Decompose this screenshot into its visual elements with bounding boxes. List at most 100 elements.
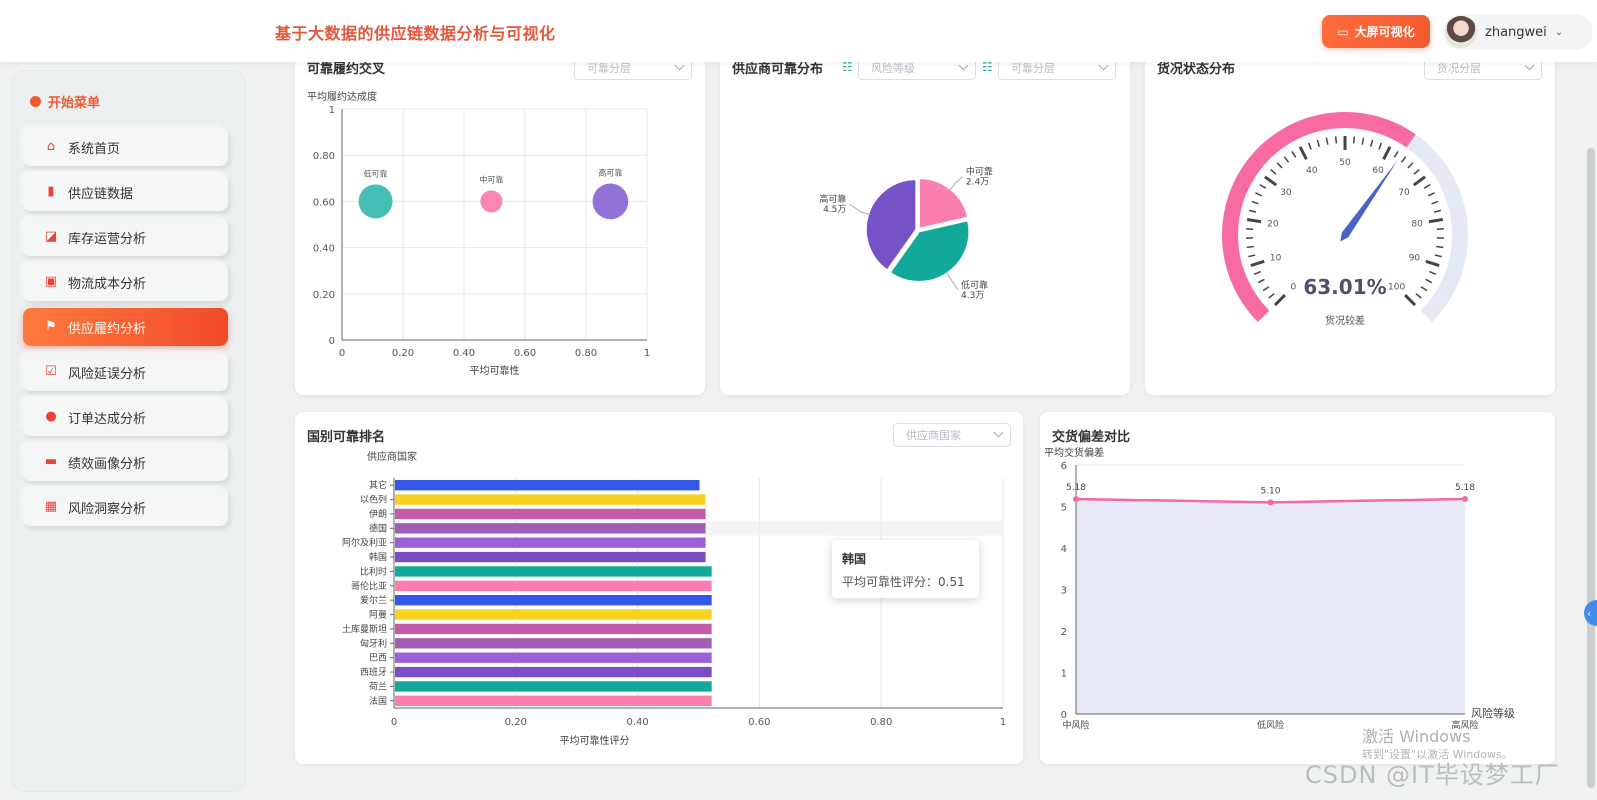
bar bbox=[395, 652, 712, 663]
sidebar-item-label: 库存运营分析 bbox=[68, 231, 147, 247]
gauge-tick bbox=[1428, 218, 1444, 224]
card-cargo-status: 货况状态分布 货况分层 0 10 20 30 40 50 60 70 80 90 100 63.01%… bbox=[1145, 50, 1555, 395]
bigscreen-button[interactable]: ▭ 大屏可视化 bbox=[1322, 15, 1430, 48]
gauge-tick bbox=[1248, 209, 1257, 213]
y-tick-label: 0 bbox=[1061, 710, 1067, 721]
gauge-tick-label: 70 bbox=[1398, 188, 1410, 198]
y-tick-label: 0.60 bbox=[313, 197, 335, 208]
pie-chart: 中可靠2.4万低可靠4.3万 高可靠4.5万 bbox=[819, 166, 993, 301]
category-label: 阿尔及利亚 bbox=[342, 537, 387, 549]
pie-label-value: 4.3万 bbox=[961, 291, 984, 301]
point-label: 低可靠 bbox=[364, 168, 388, 178]
bar bbox=[395, 508, 706, 520]
gauge-tick bbox=[1307, 142, 1312, 150]
scatter-point bbox=[480, 190, 503, 213]
gauge-status: 货况较差 bbox=[1325, 314, 1365, 327]
gauge-tick-label: 0 bbox=[1291, 283, 1297, 293]
bar bbox=[395, 681, 712, 692]
bar bbox=[395, 566, 712, 577]
gauge-pointer bbox=[1340, 159, 1398, 242]
y-tick-label: 2 bbox=[1061, 627, 1067, 638]
csdn-watermark: CSDN @IT毕设梦工厂 bbox=[1305, 761, 1560, 789]
sidebar-item-6[interactable]: ● 订单达成分析 bbox=[23, 398, 228, 436]
sidebar-item-label: 供应链数据 bbox=[68, 186, 134, 202]
x-tick-label: 中风险 bbox=[1062, 719, 1089, 731]
side-drawer-handle[interactable]: ‹ bbox=[1584, 600, 1597, 626]
gauge-tick bbox=[1393, 151, 1399, 158]
sidebar-item-7[interactable]: ▬ 绩效画像分析 bbox=[23, 443, 228, 481]
x-tick-label: 0.60 bbox=[748, 717, 770, 728]
x-axis-title: 风险等级 bbox=[1471, 706, 1515, 720]
sidebar-item-3[interactable]: ▣ 物流成本分析 bbox=[23, 263, 228, 301]
pie-label-line bbox=[948, 176, 964, 192]
category-label: 匈牙利 bbox=[360, 637, 387, 649]
pie-slice bbox=[918, 177, 969, 230]
sidebar-item-1[interactable]: ▮ 供应链数据 bbox=[23, 173, 228, 211]
gauge-tick-label: 90 bbox=[1409, 254, 1421, 264]
gauge-tick bbox=[1248, 254, 1256, 258]
category-label: 土库曼斯坦 bbox=[342, 623, 387, 635]
y-tick-label: 1 bbox=[329, 105, 335, 116]
sidebar-item-label: 绩效画像分析 bbox=[68, 456, 147, 472]
gauge-value: 63.01% bbox=[1303, 275, 1386, 299]
pie-label-line bbox=[945, 271, 959, 291]
sidebar-item-8[interactable]: ▦ 风险洞察分析 bbox=[23, 488, 228, 526]
gauge-tick bbox=[1400, 156, 1407, 163]
gauge-tick-label: 40 bbox=[1306, 166, 1318, 176]
tooltip-value: 平均可靠性评分：0.51 bbox=[842, 575, 965, 589]
home-icon: ⌂ bbox=[46, 139, 56, 154]
gauge-tick bbox=[1283, 156, 1290, 163]
gauge-tick-label: 10 bbox=[1270, 254, 1282, 264]
gauge-tick bbox=[1316, 139, 1321, 147]
x-tick-label: 0.80 bbox=[575, 348, 597, 359]
gauge-tick bbox=[1259, 183, 1267, 189]
line-point bbox=[1462, 496, 1468, 503]
gauge-tick bbox=[1255, 192, 1263, 197]
line-point bbox=[1073, 496, 1079, 503]
gauge-tick bbox=[1423, 183, 1431, 189]
y-axis-title: 平均交货偏差 bbox=[1044, 446, 1104, 459]
category-label: 爱尔兰 bbox=[360, 594, 387, 606]
sidebar-item-label: 系统首页 bbox=[68, 141, 121, 157]
y-tick-label: 0 bbox=[329, 336, 335, 347]
gauge-tick bbox=[1404, 294, 1417, 307]
line-area bbox=[1076, 499, 1465, 714]
app-title: 基于大数据的供应链数据分析与可视化 bbox=[275, 24, 556, 43]
gauge-tick-label: 80 bbox=[1411, 220, 1423, 230]
sidebar-item-5[interactable]: ☑ 风险延误分析 bbox=[23, 353, 228, 391]
gauge-tick bbox=[1253, 270, 1261, 276]
y-tick-label: 0.80 bbox=[313, 151, 335, 162]
sidebar-item-2[interactable]: ◪ 库存运营分析 bbox=[23, 218, 228, 256]
sidebar: 开始菜单 ⌂ 系统首页 ▮ 供应链数据 ◪ 库存运营分析 ▣ 物流成本分析 ⚑ 供应履约分析 ☑ 风险… bbox=[11, 70, 246, 792]
trend-chart-icon: ◪ bbox=[44, 229, 58, 244]
gauge-chart: 0 10 20 30 40 50 60 70 80 90 10063.01% 货况较差 bbox=[1222, 112, 1468, 327]
category-label: 巴西 bbox=[369, 653, 387, 664]
user-menu[interactable]: zhangwei ⌄ bbox=[1443, 14, 1593, 50]
scatter-chart: 00 0.20 0.20 0.40 0.40 0.60 0.60 0.80 0.80 1 1 平均履约… bbox=[307, 90, 650, 377]
vertical-scrollbar[interactable] bbox=[1587, 148, 1595, 788]
sidebar-item-0[interactable]: ⌂ 系统首页 bbox=[23, 128, 228, 166]
gauge-tick bbox=[1250, 259, 1265, 268]
gauge-tick bbox=[1352, 136, 1356, 144]
x-tick-label: 0.20 bbox=[505, 717, 527, 728]
pin-icon: ● bbox=[45, 409, 57, 424]
gauge-tick bbox=[1273, 294, 1286, 307]
bar bbox=[395, 595, 712, 606]
card-reliability-cross: 可靠履约交叉 可靠分层 0 0 0.20 0.20 0.40 0.40 0.60 0.60 0.… bbox=[295, 50, 705, 395]
category-label: 德国 bbox=[369, 522, 387, 534]
grid-icon: ▦ bbox=[44, 499, 58, 514]
pie-label-name: 低可靠 bbox=[961, 279, 988, 291]
pie-label-value: 2.4万 bbox=[966, 178, 989, 188]
gauge-tick bbox=[1429, 270, 1437, 276]
monitor-icon: ▭ bbox=[1337, 24, 1349, 39]
sidebar-item-4[interactable]: ⚑ 供应履约分析 bbox=[23, 308, 228, 346]
gauge-tick bbox=[1436, 245, 1444, 249]
gauge-tick bbox=[1420, 286, 1428, 292]
gauge-tick bbox=[1427, 192, 1435, 197]
x-tick-label: 0.20 bbox=[392, 348, 414, 359]
x-axis-title: 平均可靠性 bbox=[470, 364, 520, 377]
gauge-tick bbox=[1382, 146, 1392, 160]
tooltip-title: 韩国 bbox=[842, 552, 867, 566]
y-tick-label: 0.20 bbox=[313, 290, 335, 301]
gauge-tick bbox=[1291, 151, 1297, 158]
